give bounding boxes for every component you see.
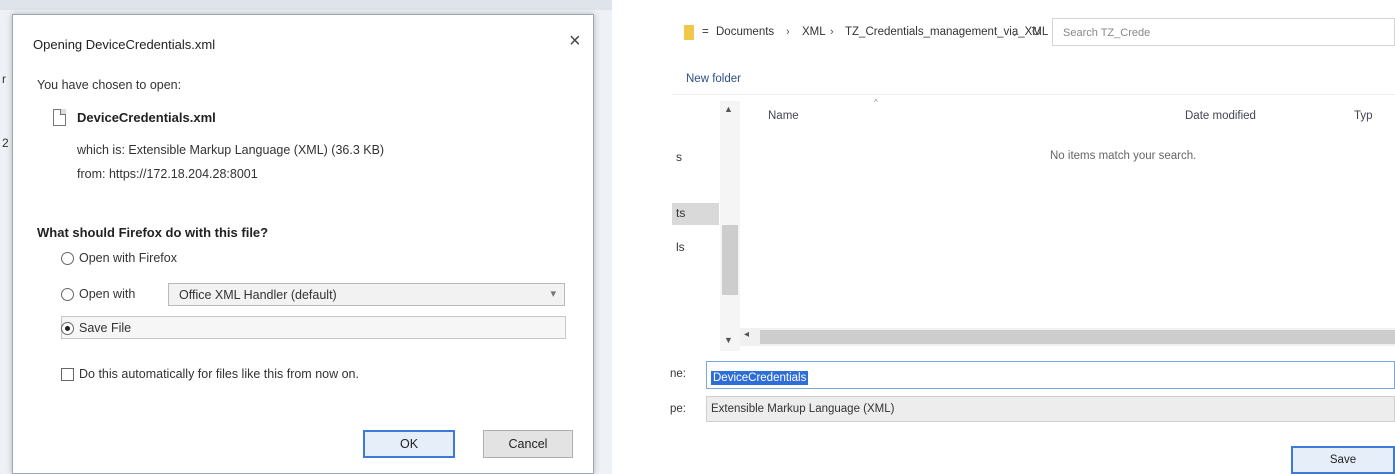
empty-message: No items match your search. [1050, 150, 1197, 162]
nav-item-fragment[interactable]: s [676, 150, 682, 164]
nav-scrollbar[interactable]: ▲ ▼ [720, 101, 740, 351]
file-name-value: DeviceCredentials [711, 371, 809, 385]
cancel-button[interactable]: Cancel [483, 430, 573, 458]
sort-caret-icon: ^ [874, 98, 878, 107]
save-type-select[interactable]: Extensible Markup Language (XML) [706, 396, 1395, 422]
file-source: from: https://172.18.204.28:8001 [77, 167, 258, 181]
chevron-right-icon[interactable]: › [786, 26, 790, 38]
file-name-input[interactable]: DeviceCredentials [706, 361, 1395, 389]
scroll-up-icon[interactable]: ▲ [724, 104, 733, 114]
download-dialog: Opening DeviceCredentials.xml × You have… [12, 14, 594, 474]
column-header-type[interactable]: Typ [1354, 110, 1373, 122]
file-name-label: ne: [670, 368, 686, 380]
radio-icon[interactable] [61, 321, 74, 335]
chevron-right-icon[interactable]: › [830, 26, 834, 38]
radio-open-with-firefox[interactable]: Open with Firefox [61, 251, 177, 265]
handler-select[interactable]: Office XML Handler (default) ▾ [168, 283, 565, 306]
search-input[interactable]: Search TZ_Crede [1052, 18, 1395, 46]
nav-item-fragment[interactable]: ls [676, 240, 685, 254]
scrollbar-thumb[interactable] [760, 330, 1395, 344]
background-fragment: 2 [2, 136, 9, 150]
horizontal-scrollbar[interactable]: ◂ [740, 328, 1395, 346]
scroll-down-icon[interactable]: ▼ [724, 335, 733, 345]
auto-checkbox-row[interactable]: Do this automatically for files like thi… [61, 367, 359, 381]
refresh-icon[interactable]: ↻ [1031, 24, 1042, 40]
save-button[interactable]: Save [1291, 446, 1395, 474]
scroll-left-icon[interactable]: ◂ [744, 329, 749, 340]
column-header-date[interactable]: Date modified [1185, 110, 1256, 122]
file-name: DeviceCredentials.xml [77, 110, 216, 125]
file-type-info: which is: Extensible Markup Language (XM… [77, 143, 385, 157]
checkbox-icon[interactable] [61, 367, 74, 381]
folder-icon [684, 25, 694, 40]
chevron-down-icon: ▾ [550, 288, 556, 300]
toolbar-divider [672, 94, 1395, 95]
checkbox-label: Do this automatically for files like thi… [79, 367, 359, 381]
chevron-down-icon[interactable]: ⌄ [1010, 26, 1019, 39]
file-icon [53, 109, 66, 126]
radio-icon[interactable] [61, 287, 74, 301]
background-fragment: r [2, 72, 6, 86]
save-type-label: pe: [670, 403, 686, 415]
nav-item-fragment[interactable]: ts [676, 206, 685, 220]
breadcrumb-item[interactable]: Documents [716, 26, 774, 38]
ok-button[interactable]: OK [363, 430, 455, 458]
save-file-highlight [61, 316, 566, 339]
breadcrumb-item[interactable]: XML [802, 26, 826, 38]
new-folder-button[interactable]: New folder [686, 73, 741, 85]
handler-value: Office XML Handler (default) [179, 288, 337, 302]
scrollbar-thumb[interactable] [722, 225, 738, 295]
breadcrumb-prefix: = [702, 26, 709, 38]
radio-label: Save File [79, 321, 132, 335]
radio-save-file[interactable]: Save File [61, 321, 131, 335]
column-header-name[interactable]: Name [768, 110, 799, 122]
radio-open-with[interactable]: Open with [61, 287, 135, 301]
radio-label: Open with Firefox [79, 251, 177, 265]
radio-label: Open with [79, 287, 136, 301]
action-question: What should Firefox do with this file? [37, 225, 269, 240]
radio-icon[interactable] [61, 251, 74, 265]
dialog-title: Opening DeviceCredentials.xml [33, 37, 216, 52]
chosen-text: You have chosen to open: [37, 78, 182, 92]
close-icon[interactable]: × [569, 30, 581, 53]
